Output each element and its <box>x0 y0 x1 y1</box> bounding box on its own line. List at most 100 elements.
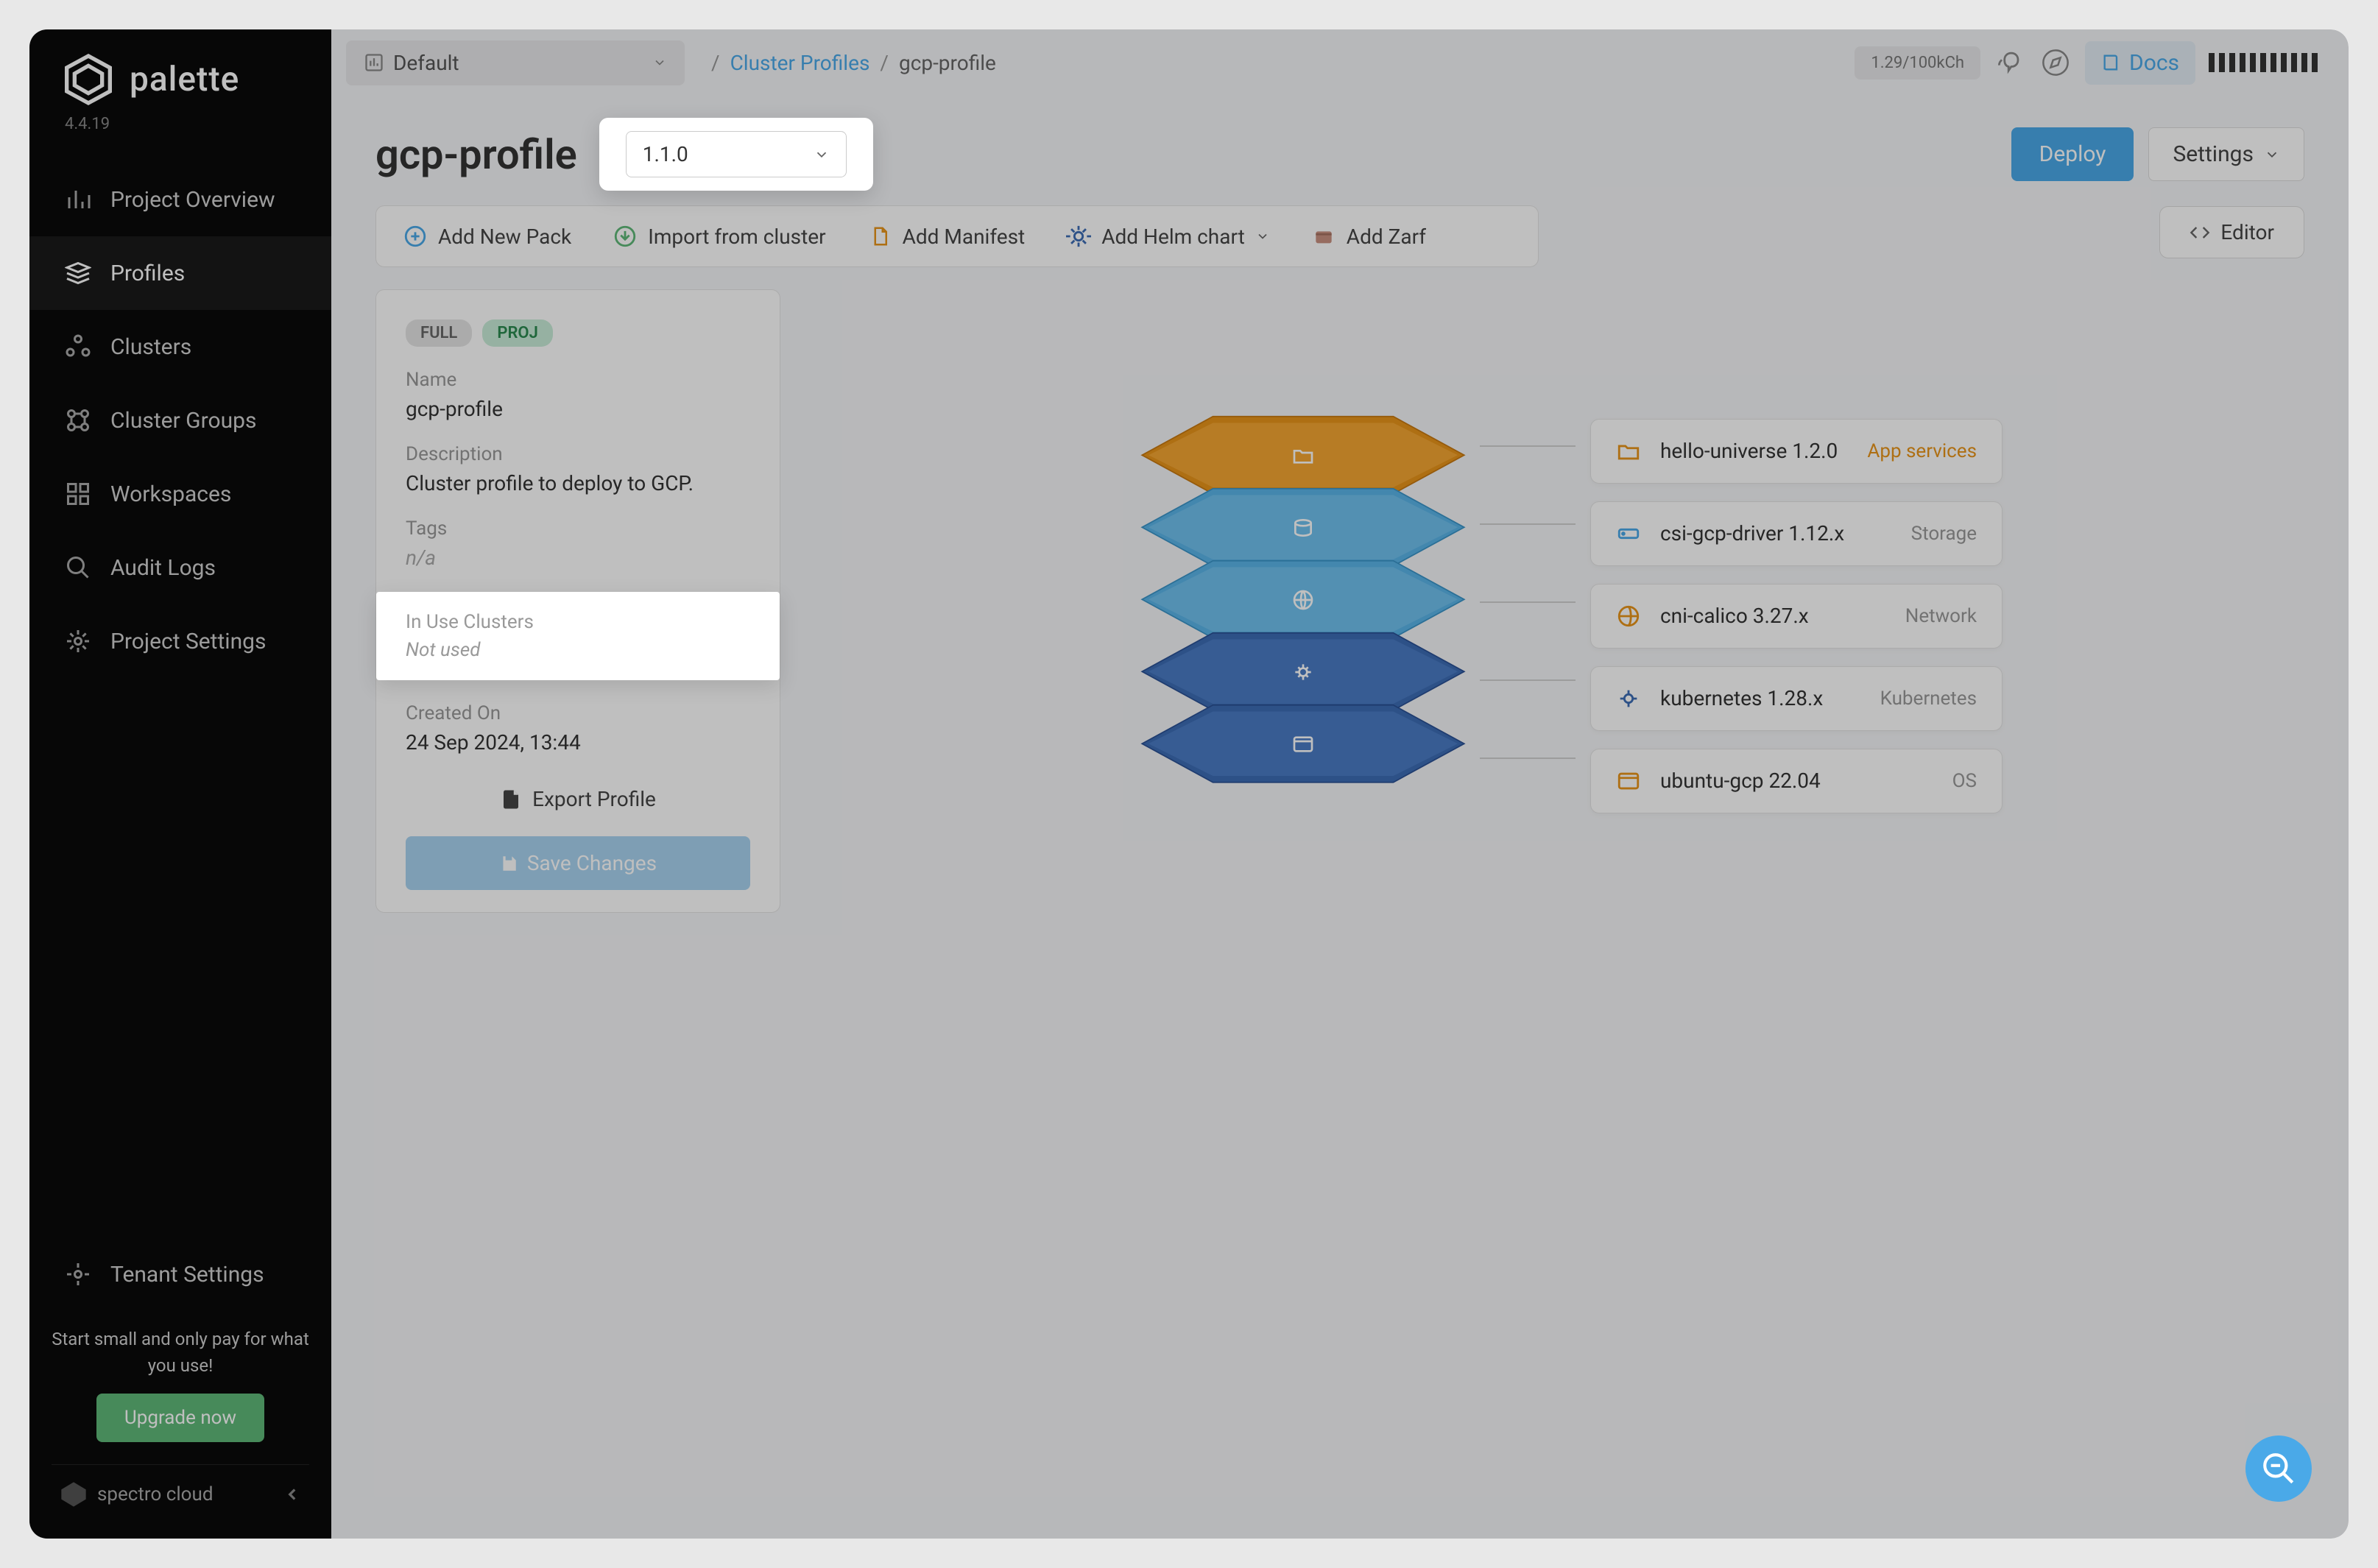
editor-label: Editor <box>2220 220 2274 244</box>
badge-full: FULL <box>406 319 472 347</box>
layer-card-2[interactable]: cni-calico 3.27.x Network <box>1590 584 2003 649</box>
tags-value: n/a <box>406 545 750 570</box>
nav-label: Cluster Groups <box>110 408 256 434</box>
gear-icon <box>65 628 91 654</box>
add-pack-button[interactable]: Add New Pack <box>403 224 571 249</box>
add-zarf-button[interactable]: Add Zarf <box>1311 224 1426 249</box>
layer-stack <box>1112 410 1495 822</box>
folder-icon <box>1616 439 1641 464</box>
version-select[interactable]: 1.1.0 <box>626 131 847 177</box>
topbar: Default / Cluster Profiles / gcp-profile… <box>331 29 2349 96</box>
save-changes-button[interactable]: Save Changes <box>406 836 750 890</box>
settings-button[interactable]: Settings <box>2148 127 2304 181</box>
sidebar-item-cluster-groups[interactable]: Cluster Groups <box>29 384 331 457</box>
scope-select[interactable]: Default <box>346 40 685 85</box>
badge-proj: PROJ <box>482 319 553 347</box>
search-zoom-icon <box>2260 1450 2297 1487</box>
sidebar-item-tenant-settings[interactable]: Tenant Settings <box>29 1237 331 1311</box>
sidebar-item-project-overview[interactable]: Project Overview <box>29 163 331 236</box>
nav-label: Workspaces <box>110 481 231 507</box>
breadcrumb-parent[interactable]: Cluster Profiles <box>730 51 870 75</box>
action-label: Import from cluster <box>648 225 825 249</box>
inuse-clusters-highlight: In Use Clusters Not used <box>376 592 780 680</box>
export-profile-button[interactable]: Export Profile <box>406 777 750 822</box>
description-label: Description <box>406 443 750 465</box>
nav-label: Tenant Settings <box>110 1262 264 1288</box>
layer-type: Storage <box>1911 523 1977 545</box>
file-export-icon <box>500 788 522 811</box>
window-icon <box>1291 732 1315 756</box>
breadcrumb-current: gcp-profile <box>899 51 996 75</box>
layer-stack-visualization: hello-universe 1.2.0 App services csi-gc… <box>810 289 2304 913</box>
chevron-down-icon <box>2264 146 2280 163</box>
breadcrumb: / Cluster Profiles / gcp-profile <box>711 51 996 75</box>
nav-label: Project Settings <box>110 629 267 654</box>
download-circle-icon <box>613 224 638 249</box>
inuse-value: Not used <box>406 639 750 661</box>
layers-icon <box>65 260 91 286</box>
billing-badge: 1.29/100kCh <box>1855 46 1980 80</box>
chevron-down-icon <box>652 55 667 70</box>
name-label: Name <box>406 369 750 391</box>
action-label: Add Manifest <box>903 225 1026 249</box>
main-nav: Project Overview Profiles Clusters Clust… <box>29 163 331 1237</box>
import-cluster-button[interactable]: Import from cluster <box>613 224 825 249</box>
upgrade-button[interactable]: Upgrade now <box>96 1394 264 1442</box>
add-helm-button[interactable]: Add Helm chart <box>1066 224 1270 249</box>
description-value: Cluster profile to deploy to GCP. <box>406 471 750 495</box>
action-bar: Add New Pack Import from cluster Add Man… <box>375 205 1539 267</box>
inuse-label: In Use Clusters <box>406 611 750 633</box>
docs-button[interactable]: Docs <box>2085 41 2195 85</box>
sidebar-item-clusters[interactable]: Clusters <box>29 310 331 384</box>
layer-name: kubernetes 1.28.x <box>1660 686 1861 710</box>
chevron-left-icon[interactable] <box>283 1485 302 1504</box>
editor-button[interactable]: Editor <box>2159 206 2304 258</box>
layer-name: hello-universe 1.2.0 <box>1660 439 1848 463</box>
sidebar-item-project-settings[interactable]: Project Settings <box>29 604 331 678</box>
window-icon <box>1616 769 1641 794</box>
layer-card-4[interactable]: ubuntu-gcp 22.04 OS <box>1590 749 2003 813</box>
help-fab[interactable] <box>2245 1435 2312 1502</box>
layer-name: cni-calico 3.27.x <box>1660 604 1886 628</box>
disk-icon <box>1616 521 1641 546</box>
sidebar-item-workspaces[interactable]: Workspaces <box>29 457 331 531</box>
chart-icon <box>65 186 91 213</box>
main-content: Default / Cluster Profiles / gcp-profile… <box>331 29 2349 1539</box>
sidebar-bottom: Start small and only pay for what you us… <box>29 1311 331 1539</box>
content-area: FULL PROJ Name gcp-profile Description C… <box>331 289 2349 913</box>
sidebar-item-audit-logs[interactable]: Audit Logs <box>29 531 331 604</box>
nav-label: Audit Logs <box>110 555 216 581</box>
sidebar-item-profiles[interactable]: Profiles <box>29 236 331 310</box>
disk-icon <box>1291 516 1315 540</box>
workspace-icon <box>65 481 91 507</box>
layer-type: OS <box>1952 770 1977 792</box>
chat-icon[interactable] <box>1994 46 2026 79</box>
name-value: gcp-profile <box>406 397 750 421</box>
layer-cards: hello-universe 1.2.0 App services csi-gc… <box>1590 419 2003 813</box>
brand-name: palette <box>130 60 239 99</box>
layer-card-3[interactable]: kubernetes 1.28.x Kubernetes <box>1590 666 2003 731</box>
add-manifest-button[interactable]: Add Manifest <box>867 224 1026 249</box>
sidebar: palette 4.4.19 Project Overview Profiles… <box>29 29 331 1539</box>
book-icon <box>2101 52 2122 73</box>
folder-icon <box>1291 444 1315 467</box>
version-select-highlight: 1.1.0 <box>599 118 873 191</box>
layer-card-1[interactable]: csi-gcp-driver 1.12.x Storage <box>1590 501 2003 566</box>
tags-label: Tags <box>406 518 750 540</box>
layer-card-0[interactable]: hello-universe 1.2.0 App services <box>1590 419 2003 484</box>
layer-name: csi-gcp-driver 1.12.x <box>1660 521 1892 545</box>
chevron-down-icon <box>1255 229 1270 244</box>
action-label: Add New Pack <box>438 225 571 249</box>
save-icon <box>499 854 518 873</box>
gear-icon <box>65 1261 91 1288</box>
action-label: Add Zarf <box>1347 225 1426 249</box>
nav-label: Project Overview <box>110 187 275 213</box>
scope-label: Default <box>393 51 459 75</box>
deploy-button[interactable]: Deploy <box>2011 127 2134 181</box>
compass-icon[interactable] <box>2039 46 2072 79</box>
layer-name: ubuntu-gcp 22.04 <box>1660 769 1933 793</box>
version-value: 1.1.0 <box>643 142 688 166</box>
plus-circle-icon <box>403 224 428 249</box>
app-version: 4.4.19 <box>29 115 331 148</box>
helm-icon <box>1066 224 1091 249</box>
